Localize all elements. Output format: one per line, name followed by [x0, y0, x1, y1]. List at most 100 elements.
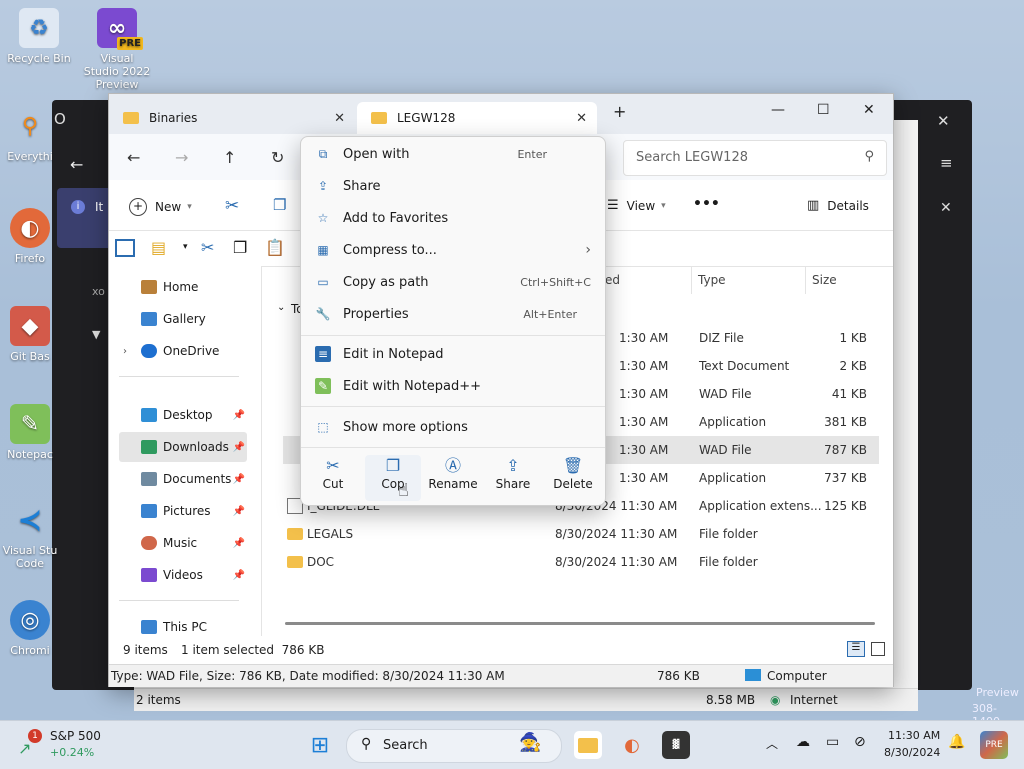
desktop-icon-notepad[interactable]: ✎ Notepac [0, 404, 60, 461]
rename-action-button[interactable]: Ⓐ Rename [425, 455, 481, 501]
menu-item-add-to-favorites[interactable]: ☆ Add to Favorites [307, 203, 599, 233]
network-icon[interactable]: ⊘ [854, 734, 866, 750]
navigation-pane-icon[interactable] [115, 239, 135, 257]
stock-name[interactable]: S&P 500 [50, 729, 101, 743]
cut-icon[interactable]: ✂ [201, 238, 214, 257]
folder-properties-icon[interactable]: ▤ [151, 238, 166, 257]
tab-legw128[interactable]: LEGW128 ✕ [357, 102, 597, 134]
sidebar-item-desktop[interactable]: Desktop 📌 [119, 400, 247, 430]
clock-date[interactable]: 8/30/2024 [884, 746, 940, 759]
wrench-icon: 🔧 [315, 307, 331, 321]
file-explorer-taskbar-icon[interactable] [574, 731, 602, 759]
pin-icon[interactable]: 📌 [233, 442, 245, 453]
search-icon[interactable]: ⚲ [864, 149, 874, 164]
share-action-button[interactable]: ⇪ Share [485, 455, 541, 501]
file-size: 125 KB [824, 499, 867, 513]
pin-icon[interactable]: 📌 [233, 538, 245, 549]
cut-action-button[interactable]: ✂ Cut [305, 455, 361, 501]
new-button[interactable]: + New ▾ [129, 198, 192, 216]
stock-widget-icon[interactable]: ↗ 1 [18, 729, 44, 758]
copy-action-button[interactable]: ❐ Cop [365, 455, 421, 501]
chevron-down-icon[interactable]: ▾ [183, 242, 188, 252]
back-icon[interactable]: ← [127, 148, 140, 167]
search-box[interactable]: Search LEGW128 ⚲ [623, 140, 887, 176]
chevron-right-icon[interactable]: › [123, 346, 127, 357]
maximize-icon[interactable]: ☐ [817, 102, 830, 118]
new-tab-button[interactable]: + [613, 102, 626, 121]
menu-item-properties[interactable]: 🔧 Properties Alt+Enter [307, 299, 599, 329]
desktop-icon-vscode[interactable]: ≺ Visual Stu Code [0, 500, 60, 570]
sidebar-item-documents[interactable]: Documents 📌 [119, 464, 247, 494]
sidebar-item-downloads[interactable]: Downloads 📌 [119, 432, 247, 462]
pin-icon[interactable]: 📌 [233, 410, 245, 421]
close-icon[interactable]: ✕ [937, 112, 950, 130]
desktop-icon-recycle-bin[interactable]: ♻ Recycle Bin [4, 8, 74, 65]
column-header-size[interactable]: Size [805, 266, 892, 294]
close-tab-icon[interactable]: ✕ [334, 111, 345, 126]
column-header-modified[interactable]: ed [605, 266, 620, 294]
paste-icon[interactable]: 📋 [265, 238, 285, 257]
menu-icon[interactable]: ≡ [940, 154, 953, 172]
menu-item-show-more-options[interactable]: ⬚ Show more options [307, 412, 599, 442]
forward-icon[interactable]: → [175, 148, 188, 167]
menu-item-copy-as-path[interactable]: ▭ Copy as path Ctrl+Shift+C [307, 267, 599, 297]
tiles-view-icon[interactable] [871, 642, 885, 656]
music-icon [141, 536, 157, 550]
taskbar-search-box[interactable]: ⚲ Search 🧙 [346, 729, 562, 763]
back-arrow-icon[interactable]: ← [70, 155, 83, 174]
chevron-down-icon[interactable]: ⌄ [277, 302, 285, 313]
pin-icon[interactable]: 📌 [233, 506, 245, 517]
sidebar-item-music[interactable]: Music 📌 [119, 528, 247, 558]
desktop-icon-git-bash[interactable]: ◆ Git Bas [0, 306, 60, 363]
up-icon[interactable]: ↑ [223, 148, 236, 167]
table-row[interactable]: DOC 8/30/2024 11:30 AM File folder [283, 548, 879, 576]
copy-icon[interactable]: ❐ [233, 238, 247, 257]
view-button[interactable]: ☰ View ▾ [607, 198, 666, 213]
pin-icon[interactable]: 📌 [233, 474, 245, 485]
firefox-taskbar-icon[interactable]: ◐ [618, 731, 646, 759]
chevron-up-icon[interactable]: ︿ [766, 735, 778, 752]
menu-item-compress[interactable]: ▦ Compress to... › [307, 235, 599, 265]
menu-item-edit-with-notepadpp[interactable]: ✎ Edit with Notepad++ [307, 371, 599, 401]
sidebar-item-gallery[interactable]: Gallery [119, 304, 247, 334]
pin-icon[interactable]: 📌 [233, 570, 245, 581]
desktop-icon-visual-studio[interactable]: ∞ PRE Visual Studio 2022 Preview [82, 8, 152, 91]
sidebar-item-pictures[interactable]: Pictures 📌 [119, 496, 247, 526]
details-button[interactable]: ▥ Details [807, 198, 869, 213]
details-view-icon[interactable]: ☰ [847, 641, 865, 657]
sidebar-item-videos[interactable]: Videos 📌 [119, 560, 247, 590]
tab-binaries[interactable]: Binaries ✕ [109, 102, 355, 134]
desktop-icon-firefox[interactable]: ◐ Firefo [0, 208, 60, 265]
details-label: Details [827, 198, 869, 213]
desktop-icon-everything[interactable]: ⚲ Everythi [0, 106, 60, 163]
table-row[interactable]: LEGALS 8/30/2024 11:30 AM File folder [283, 520, 879, 548]
display-icon[interactable]: ▭ [826, 734, 839, 750]
cut-icon[interactable]: ✂ [225, 196, 239, 216]
close-banner-icon[interactable]: ✕ [940, 200, 952, 216]
sidebar-item-this-pc[interactable]: This PC [119, 618, 247, 636]
menu-item-share[interactable]: ⇪ Share [307, 171, 599, 201]
sidebar-item-home[interactable]: Home [119, 272, 247, 302]
refresh-icon[interactable]: ↻ [271, 148, 284, 167]
doom-taskbar-icon[interactable]: ▓ [662, 731, 690, 759]
desktop-icon-chromium[interactable]: ◎ Chromi [0, 600, 60, 657]
sidebar-item-label: Music [163, 536, 198, 550]
close-window-icon[interactable]: ✕ [863, 102, 875, 118]
copy-icon[interactable]: ❐ [273, 196, 286, 214]
sidebar-item-onedrive[interactable]: › OneDrive [119, 336, 247, 366]
menu-item-open-with[interactable]: ⧉ Open with Enter [307, 139, 599, 169]
menu-item-edit-in-notepad[interactable]: ≡ Edit in Notepad [307, 339, 599, 369]
notification-bell-icon[interactable]: 🔔 [948, 734, 965, 750]
clock-time[interactable]: 11:30 AM [888, 729, 940, 742]
more-options-button[interactable]: ••• [693, 196, 720, 212]
minimize-icon[interactable]: — [771, 102, 785, 118]
collapse-icon[interactable]: ▼ [92, 328, 100, 341]
close-tab-icon[interactable]: ✕ [576, 111, 587, 126]
copilot-icon[interactable]: PRE [980, 731, 1008, 759]
cloud-off-icon[interactable]: ☁ [796, 734, 810, 750]
delete-action-button[interactable]: 🗑 Delete [545, 455, 601, 501]
column-header-type[interactable]: Type [691, 266, 808, 294]
start-icon[interactable]: ⊞ [306, 731, 334, 759]
search-input[interactable]: Search LEGW128 [636, 150, 748, 165]
horizontal-scrollbar[interactable] [285, 622, 875, 625]
